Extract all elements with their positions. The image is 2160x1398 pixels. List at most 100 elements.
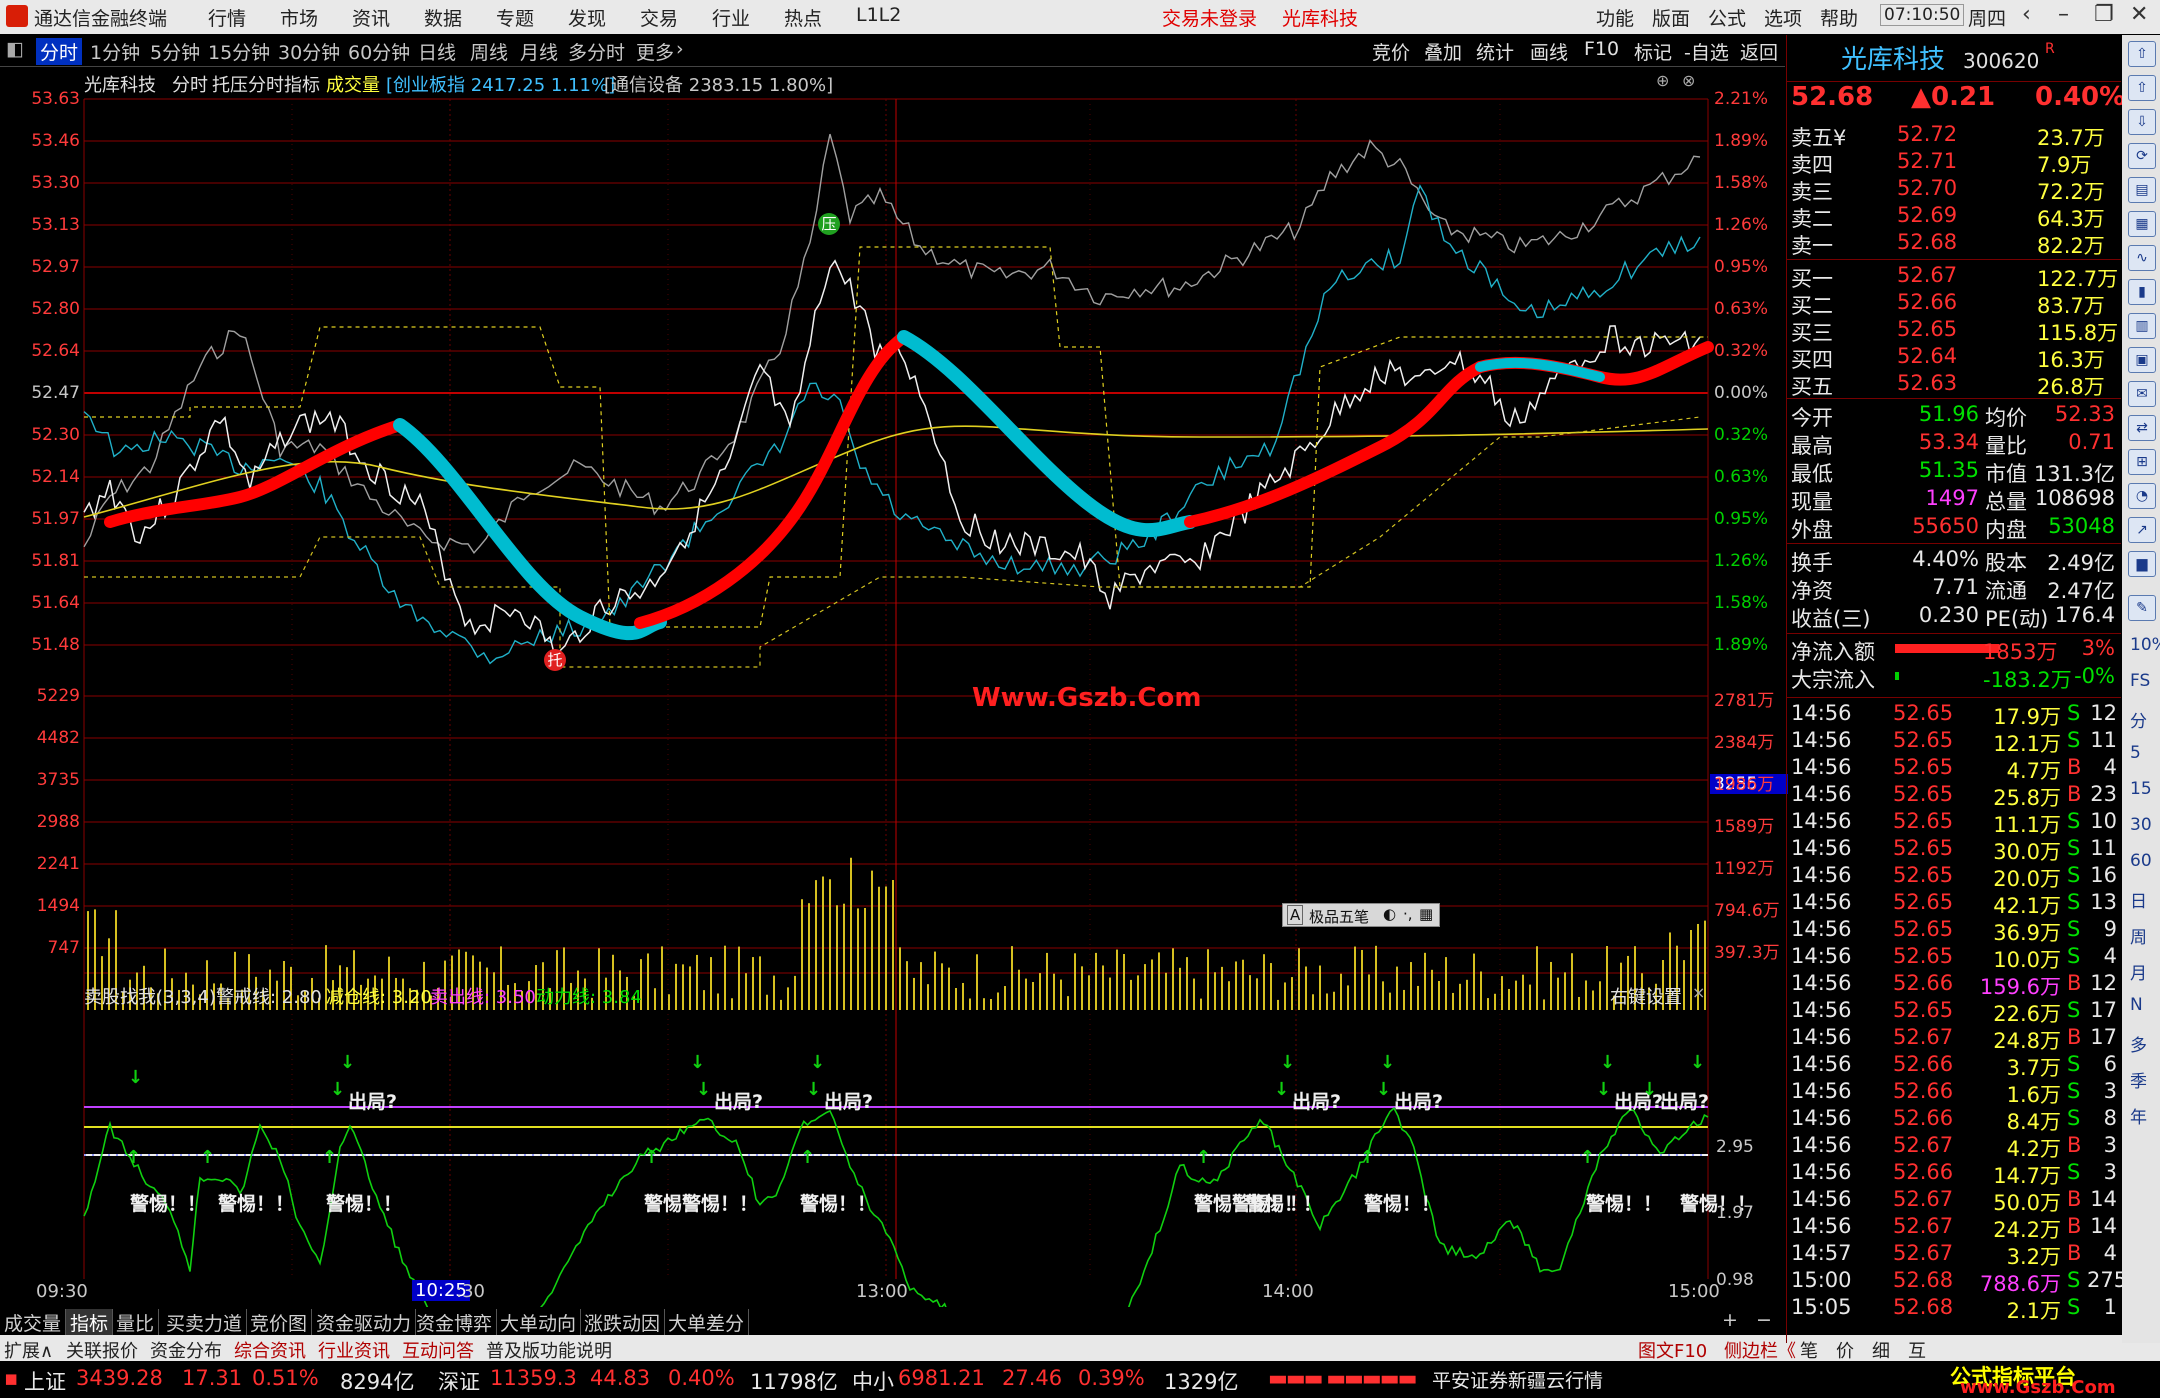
tab-related-quote[interactable]: 关联报价 — [66, 1337, 138, 1363]
tick-row[interactable]: 14:56 52.65 22.6万 S 17 — [1787, 998, 2121, 1026]
tick-row[interactable]: 14:56 52.65 12.1万 S 11 — [1787, 728, 2121, 756]
restore-icon[interactable]: ❐ — [2094, 2, 2114, 27]
tab-period-15min[interactable]: 15分钟 — [208, 38, 270, 65]
tick-row[interactable]: 14:56 52.67 4.2万 B 3 — [1787, 1133, 2121, 1161]
btn-back[interactable]: 返回 — [1740, 38, 1778, 65]
btn-mark[interactable]: 标记 — [1634, 38, 1672, 65]
tick-row[interactable]: 14:56 52.66 159.6万 B 12 — [1787, 971, 2121, 999]
tab-industry-news[interactable]: 行业资讯 — [318, 1337, 390, 1363]
btn-draw[interactable]: 画线 — [1530, 38, 1568, 65]
tick-row[interactable]: 14:56 52.65 4.7万 B 4 — [1787, 755, 2121, 783]
layout-toggle-icon[interactable]: ◧ — [6, 38, 24, 60]
zoom-out-icon[interactable]: − — [1756, 1309, 1772, 1331]
tab-f10-graphic[interactable]: 图文F10 — [1638, 1337, 1707, 1363]
btn-remove-favorite[interactable]: -自选 — [1684, 38, 1729, 65]
menu-layout[interactable]: 版面 — [1652, 4, 1690, 31]
tick-row[interactable]: 14:56 52.66 1.6万 S 3 — [1787, 1079, 2121, 1107]
sidebar-shortcut[interactable]: 多 — [2130, 1031, 2147, 1056]
sidebar-shortcut[interactable]: FS — [2130, 671, 2150, 691]
menu-news[interactable]: 资讯 — [352, 4, 390, 31]
chevron-right-icon[interactable]: › — [676, 38, 684, 60]
sidebar-shortcut[interactable]: 月 — [2130, 959, 2147, 984]
tick-row[interactable]: 14:56 52.65 42.1万 S 13 — [1787, 890, 2121, 918]
menu-market[interactable]: 行情 — [208, 4, 246, 31]
list-icon[interactable]: ▤ — [2128, 177, 2156, 203]
menu-help[interactable]: 帮助 — [1820, 4, 1858, 31]
menu-trade[interactable]: 交易 — [640, 4, 678, 31]
grid-icon[interactable]: ▦ — [2128, 211, 2156, 237]
menu-formula[interactable]: 公式 — [1708, 4, 1746, 31]
line-chart-icon[interactable]: ∿ — [2128, 245, 2156, 271]
tab-period-multi[interactable]: 多分时 — [568, 38, 625, 65]
tab-period-60min[interactable]: 60分钟 — [348, 38, 410, 65]
intraday-chart[interactable]: 光库科技 分时 托压分时指标 成交量 [创业板指 2417.25 1.11%] … — [0, 67, 1788, 1357]
sidebar-shortcut[interactable]: 10% — [2130, 635, 2160, 655]
index-zx-name[interactable]: 中小 — [852, 1366, 894, 1396]
tab-help[interactable]: 普及版功能说明 — [486, 1337, 612, 1363]
menu-options[interactable]: 选项 — [1764, 4, 1802, 31]
tick-row[interactable]: 14:56 52.66 8.4万 S 8 — [1787, 1106, 2121, 1134]
tab-buy-sell-force[interactable]: 买卖力道 — [162, 1309, 248, 1336]
index-sh-name[interactable]: 上证 — [24, 1366, 66, 1396]
zoom-in-icon[interactable]: + — [1722, 1309, 1738, 1331]
tick-row[interactable]: 14:56 52.65 30.0万 S 11 — [1787, 836, 2121, 864]
tick-row[interactable]: 14:56 52.67 24.8万 B 17 — [1787, 1025, 2121, 1053]
compare-icon[interactable]: ⇄ — [2128, 415, 2156, 441]
index-sz-name[interactable]: 深证 — [438, 1366, 480, 1396]
tick-row[interactable]: 15:00 52.68 788.6万 S 275 — [1787, 1268, 2127, 1296]
btn-f10[interactable]: F10 — [1584, 38, 1619, 60]
tab-period-1min[interactable]: 1分钟 — [90, 38, 140, 65]
tick-row[interactable]: 14:56 52.66 3.7万 S 6 — [1787, 1052, 2121, 1080]
sidebar-shortcut[interactable]: 分 — [2130, 707, 2147, 732]
ime-mode-icon[interactable]: A — [1287, 905, 1304, 925]
sidebar-shortcut[interactable]: 季 — [2130, 1067, 2147, 1092]
tick-row[interactable]: 14:56 52.65 25.8万 B 23 — [1787, 782, 2121, 810]
sidebar-shortcut[interactable]: 年 — [2130, 1103, 2147, 1128]
btn-stats[interactable]: 统计 — [1476, 38, 1514, 65]
indicator-close-icon[interactable]: × — [1692, 983, 1705, 1002]
menu-data[interactable]: 数据 — [424, 4, 462, 31]
ime-punct-icon[interactable]: ·, — [1403, 905, 1413, 923]
tick-row[interactable]: 14:56 52.67 24.2万 B 14 — [1787, 1214, 2121, 1242]
calc-icon[interactable]: ⊞ — [2128, 449, 2156, 475]
menu-function[interactable]: 功能 — [1596, 4, 1634, 31]
finance-icon[interactable]: ▣ — [2128, 347, 2156, 373]
tab-auction-chart[interactable]: 竞价图 — [246, 1309, 313, 1336]
menu-market-list[interactable]: 市场 — [280, 4, 318, 31]
menu-discover[interactable]: 发现 — [568, 4, 606, 31]
up-arrow-icon[interactable]: ⇧ — [2128, 41, 2156, 67]
sidebar-shortcut[interactable]: 周 — [2130, 923, 2147, 948]
tab-period-week[interactable]: 周线 — [470, 38, 508, 65]
tab-cause[interactable]: 涨跌动因 — [580, 1309, 666, 1336]
trend-icon[interactable]: ↗ — [2128, 517, 2156, 543]
tick-row[interactable]: 14:56 52.65 36.9万 S 9 — [1787, 917, 2121, 945]
minimize-icon[interactable]: – — [2058, 2, 2069, 27]
tick-row[interactable]: 15:05 52.68 2.1万 S 1 — [1787, 1295, 2121, 1323]
tab-period-30min[interactable]: 30分钟 — [278, 38, 340, 65]
tab-period-day[interactable]: 日线 — [418, 38, 456, 65]
analysis-icon[interactable]: ◔ — [2128, 483, 2156, 509]
tab-period-more[interactable]: 更多 — [636, 38, 674, 65]
tab-qa[interactable]: 互动问答 — [402, 1337, 474, 1363]
sidebar-shortcut[interactable]: N — [2130, 995, 2143, 1015]
ime-widget[interactable]: A 极品五笔 ◐ ·, ▦ — [1282, 903, 1440, 927]
menu-topic[interactable]: 专题 — [496, 4, 534, 31]
tab-capital-dist[interactable]: 资金分布 — [150, 1337, 222, 1363]
tab-period-fenshi[interactable]: 分时 — [36, 38, 83, 65]
tick-row[interactable]: 14:56 52.65 17.9万 S 12 — [1787, 701, 2121, 729]
btn-auction[interactable]: 竞价 — [1372, 38, 1410, 65]
back-arrow-icon[interactable]: ‹ — [2022, 2, 2031, 27]
close-icon[interactable]: ✕ — [2130, 2, 2148, 27]
tab-big-order-diff[interactable]: 大单差分 — [664, 1309, 750, 1336]
tab-capital-game[interactable]: 资金博弈 — [412, 1309, 498, 1336]
news-icon[interactable]: ✉ — [2128, 381, 2156, 407]
candle-icon[interactable]: ▮ — [2128, 279, 2156, 305]
trade-login-status[interactable]: 交易未登录 — [1162, 4, 1257, 31]
sidebar-shortcut[interactable]: 60 — [2130, 851, 2152, 871]
tab-expand[interactable]: 扩展∧ — [4, 1337, 53, 1363]
up-arrow-outline-icon[interactable]: ⇧ — [2128, 75, 2156, 101]
sidebar-shortcut[interactable]: 15 — [2130, 779, 2152, 799]
tick-row[interactable]: 14:56 52.66 14.7万 S 3 — [1787, 1160, 2121, 1188]
bars-icon[interactable]: ▆ — [2128, 551, 2156, 577]
tick-row[interactable]: 14:56 52.65 10.0万 S 4 — [1787, 944, 2121, 972]
